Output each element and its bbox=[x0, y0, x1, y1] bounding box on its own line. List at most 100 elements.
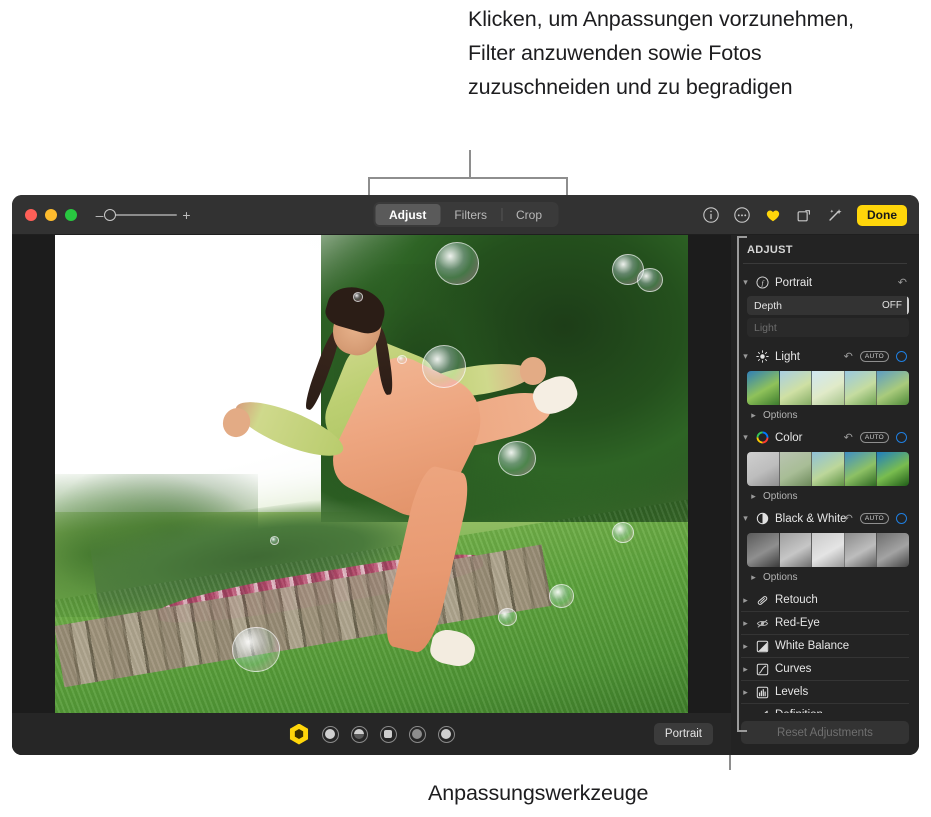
section-definition[interactable]: ▸ Definition bbox=[741, 704, 909, 713]
brightness-sun-icon bbox=[756, 350, 769, 363]
bubble bbox=[232, 626, 280, 673]
bw-options-row[interactable]: ▸ Options bbox=[749, 570, 909, 585]
tab-adjust[interactable]: Adjust bbox=[374, 204, 441, 225]
thumbnail[interactable] bbox=[877, 533, 909, 567]
section-white-balance[interactable]: ▸ White Balance bbox=[741, 635, 909, 658]
toggle-ring-icon[interactable] bbox=[896, 432, 907, 443]
thumbnail[interactable] bbox=[812, 533, 845, 567]
tab-filters[interactable]: Filters bbox=[440, 204, 501, 225]
thumbnail[interactable] bbox=[844, 533, 878, 567]
thumbnail[interactable] bbox=[877, 452, 909, 486]
close-button[interactable] bbox=[25, 208, 37, 221]
zoom-slider-control[interactable]: – + bbox=[95, 208, 191, 222]
effect-high-key-light-mono[interactable] bbox=[437, 725, 455, 743]
thumbnail[interactable] bbox=[844, 371, 878, 405]
bw-thumbnail-strip[interactable] bbox=[747, 533, 909, 567]
chevron-right-icon[interactable]: ▸ bbox=[749, 410, 758, 421]
chevron-right-icon[interactable]: ▸ bbox=[749, 572, 758, 583]
section-red-eye[interactable]: ▸ Red-Eye bbox=[741, 612, 909, 635]
callout-text-top: Klicken, um Anpassungen vorzunehmen, Fil… bbox=[468, 7, 855, 99]
more-options-icon[interactable] bbox=[733, 206, 751, 224]
thumbnail[interactable] bbox=[747, 533, 780, 567]
reset-arrow-icon[interactable]: ↶ bbox=[844, 431, 853, 444]
section-label: Levels bbox=[775, 686, 809, 698]
section-retouch[interactable]: ▸ Retouch bbox=[741, 589, 909, 612]
section-black-and-white[interactable]: ▾ Black & White ↶ AUTO bbox=[741, 508, 909, 529]
zoom-in-icon[interactable]: + bbox=[182, 208, 191, 222]
auto-badge[interactable]: AUTO bbox=[859, 432, 889, 443]
portrait-f-icon: f bbox=[756, 276, 769, 289]
effect-stage-light[interactable] bbox=[379, 725, 397, 743]
maximize-button[interactable] bbox=[65, 208, 77, 221]
section-levels[interactable]: ▸ Levels bbox=[741, 681, 909, 704]
edit-mode-segmented-control[interactable]: Adjust Filters Crop bbox=[372, 202, 559, 227]
section-label: Definition bbox=[775, 709, 823, 713]
bubble bbox=[422, 344, 467, 388]
color-thumbnail-strip[interactable] bbox=[747, 452, 909, 486]
chevron-right-icon[interactable]: ▸ bbox=[749, 491, 758, 502]
section-light[interactable]: ▾ Light ↶ AUTO bbox=[741, 346, 909, 367]
color-wheel-icon bbox=[756, 431, 769, 444]
zoom-slider-knob[interactable] bbox=[104, 208, 116, 221]
zoom-out-icon[interactable]: – bbox=[95, 208, 104, 222]
reset-adjustments-button[interactable]: Reset Adjustments bbox=[741, 721, 909, 744]
options-label: Options bbox=[763, 410, 798, 421]
window-titlebar: – + Adjust Filters Crop Done bbox=[12, 195, 919, 235]
favorite-heart-icon[interactable] bbox=[764, 206, 782, 224]
thumbnail[interactable] bbox=[779, 371, 813, 405]
subject-hand-right bbox=[519, 357, 547, 385]
info-icon[interactable] bbox=[702, 206, 720, 224]
thumbnail[interactable] bbox=[779, 452, 813, 486]
adjust-sections-scroll[interactable]: ▾ f Portrait ↶ Depth OFF Light ▾ Light ↶… bbox=[731, 263, 919, 713]
section-controls: ↶ AUTO bbox=[844, 350, 907, 363]
done-button[interactable]: Done bbox=[857, 204, 907, 226]
options-label: Options bbox=[763, 491, 798, 502]
light-options-row[interactable]: ▸ Options bbox=[749, 408, 909, 423]
slider-label: Depth bbox=[754, 299, 783, 312]
zoom-slider-track[interactable] bbox=[104, 208, 177, 221]
divider bbox=[743, 263, 907, 264]
effect-natural-light-hex-icon[interactable] bbox=[289, 723, 309, 745]
thumbnail[interactable] bbox=[844, 452, 878, 486]
enhance-wand-icon[interactable] bbox=[826, 206, 844, 224]
slider-portrait-light[interactable]: Light bbox=[747, 318, 909, 337]
color-options-row[interactable]: ▸ Options bbox=[749, 489, 909, 504]
reset-arrow-icon[interactable]: ↶ bbox=[844, 350, 853, 363]
section-controls: ↶ bbox=[898, 276, 907, 289]
edited-photo[interactable] bbox=[55, 235, 688, 713]
section-label: Light bbox=[775, 350, 800, 363]
effect-studio-light[interactable] bbox=[321, 725, 339, 743]
auto-badge[interactable]: AUTO bbox=[859, 513, 889, 524]
retouch-bandage-icon bbox=[756, 594, 769, 607]
toggle-ring-icon[interactable] bbox=[896, 513, 907, 524]
minimize-button[interactable] bbox=[45, 208, 57, 221]
callout-bracket-top bbox=[368, 177, 568, 195]
callout-text-bottom: Anpassungswerkzeuge bbox=[428, 781, 649, 805]
effect-contour-light[interactable] bbox=[350, 725, 368, 743]
slider-label: Light bbox=[754, 321, 777, 334]
thumbnail[interactable] bbox=[747, 371, 780, 405]
light-thumbnail-strip[interactable] bbox=[747, 371, 909, 405]
thumbnail[interactable] bbox=[779, 533, 813, 567]
auto-badge[interactable]: AUTO bbox=[859, 351, 889, 362]
toggle-ring-icon[interactable] bbox=[896, 351, 907, 362]
photo-canvas: Portrait bbox=[12, 235, 731, 755]
section-curves[interactable]: ▸ Curves bbox=[741, 658, 909, 681]
thumbnail[interactable] bbox=[877, 371, 909, 405]
black-white-circle-icon bbox=[756, 512, 769, 525]
reset-arrow-icon[interactable]: ↶ bbox=[898, 276, 907, 289]
section-color[interactable]: ▾ Color ↶ AUTO bbox=[741, 427, 909, 448]
curves-icon bbox=[756, 663, 769, 676]
tab-crop[interactable]: Crop bbox=[502, 204, 556, 225]
reset-arrow-icon[interactable]: ↶ bbox=[844, 512, 853, 525]
thumbnail[interactable] bbox=[747, 452, 780, 486]
titlebar-right-tools: Done bbox=[702, 195, 907, 235]
section-portrait[interactable]: ▾ f Portrait ↶ bbox=[741, 272, 909, 293]
thumbnail[interactable] bbox=[812, 452, 845, 486]
rotate-icon[interactable] bbox=[795, 206, 813, 224]
slider-depth[interactable]: Depth OFF bbox=[747, 296, 909, 315]
thumbnail[interactable] bbox=[812, 371, 845, 405]
portrait-badge-button[interactable]: Portrait bbox=[653, 723, 713, 745]
effect-stage-light-mono[interactable] bbox=[408, 725, 426, 743]
slider-knob[interactable] bbox=[907, 296, 909, 315]
